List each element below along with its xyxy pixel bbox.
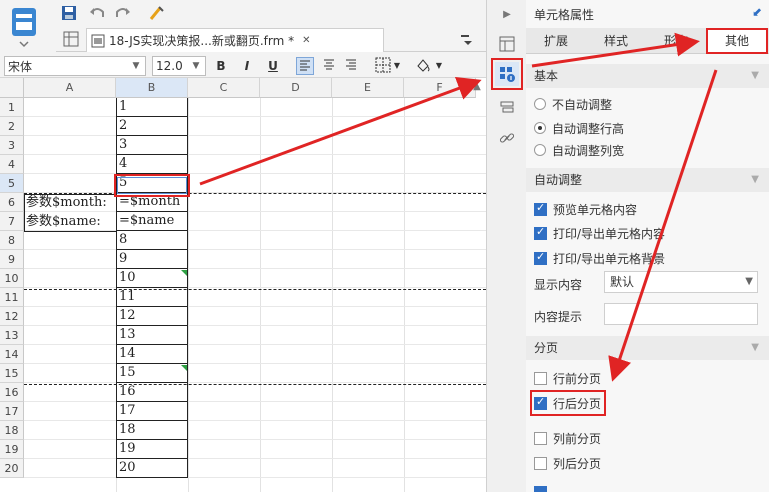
- annotation-arrows: [199, 32, 718, 382]
- app-window: 18-JS实现决策报...新或翻页.frm * ✕ 宋体 ▼ 12.0 ▼ B …: [0, 0, 769, 492]
